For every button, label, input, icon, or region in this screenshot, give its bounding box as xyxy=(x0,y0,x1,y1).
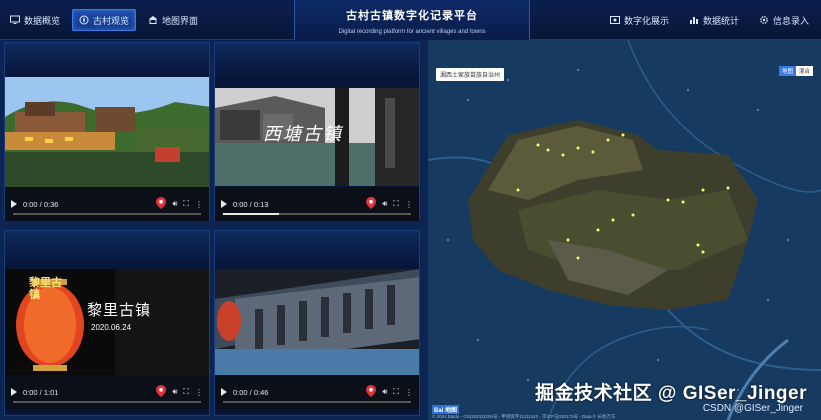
map-view[interactable]: 湘西土家族苗族自治州 地图 混合 掘金技术社区 @ GISer_Jinger C… xyxy=(428,40,821,420)
page-title: 古村古镇数字化记录平台 xyxy=(346,10,478,22)
title-box: 古村古镇数字化记录平台 Digital recording platform f… xyxy=(294,0,530,40)
gear-icon xyxy=(760,16,768,24)
video-card: 黎里古镇 黎里古镇 2020.06.24 0:00 / 1:01 🔊︎ ⛶ ⋮ xyxy=(4,230,210,416)
video-card: 0:00 / 0:36 🔊︎ ⛶ ⋮ xyxy=(4,42,210,221)
video-time: 0:00 / 0:36 xyxy=(23,199,59,209)
video-progress[interactable] xyxy=(223,213,411,215)
nav-digital-display[interactable]: 数字化展示 xyxy=(604,9,675,31)
fullscreen-icon[interactable]: ⛶ xyxy=(393,387,399,397)
lantern-text: 黎里古镇 xyxy=(29,277,62,301)
more-options-icon[interactable]: ⋮ xyxy=(195,200,203,209)
more-options-icon[interactable]: ⋮ xyxy=(405,388,413,397)
video-frame[interactable]: 黎里古镇 黎里古镇 2020.06.24 xyxy=(5,269,209,375)
video-time: 0:00 / 0:46 xyxy=(233,387,269,397)
fullscreen-icon[interactable]: ⛶ xyxy=(183,199,189,209)
watermark: 掘金技术社区 @ GISer_Jinger xyxy=(535,383,807,404)
video-progress[interactable] xyxy=(223,401,411,403)
map-canvas xyxy=(428,40,821,420)
play-icon[interactable] xyxy=(221,388,227,396)
video-frame[interactable]: 西塘古镇 xyxy=(215,88,419,186)
region-label: 湘西土家族苗族自治州 xyxy=(436,68,505,81)
building-icon xyxy=(149,16,158,24)
volume-icon[interactable]: 🔊︎ xyxy=(172,199,177,209)
more-options-icon[interactable]: ⋮ xyxy=(195,388,203,397)
card-header xyxy=(215,231,419,267)
railing-scene-image xyxy=(215,269,419,375)
video-time: 0:00 / 1:01 xyxy=(23,387,59,397)
map-pin-icon[interactable] xyxy=(156,385,167,399)
nav-label: 数字化展示 xyxy=(623,15,669,26)
nav-info-entry[interactable]: 信息录入 xyxy=(753,9,815,31)
nav-label: 信息录入 xyxy=(772,15,809,26)
more-options-icon[interactable]: ⋮ xyxy=(405,200,413,209)
map-type-hybrid[interactable]: 混合 xyxy=(795,66,813,76)
video-progress[interactable] xyxy=(13,401,201,403)
nav-label: 数据概览 xyxy=(24,15,61,26)
video-overlay-date: 2020.06.24 xyxy=(91,323,132,332)
compass-icon xyxy=(79,15,89,25)
app-header: 数据概览 古村观览 地图界面 古村古镇数字化记录平台 Digital recor… xyxy=(0,0,821,40)
nav-left: 数据概览 古村观览 地图界面 xyxy=(4,9,204,31)
card-header xyxy=(5,231,209,267)
nav-label: 数据统计 xyxy=(702,15,739,26)
baidu-logo: Bai 地图 xyxy=(432,405,460,414)
video-panel: 0:00 / 0:36 🔊︎ ⛶ ⋮ 西塘古镇 0:00 / 0:13 🔊︎ ⛶… xyxy=(0,40,428,420)
map-pin-icon[interactable] xyxy=(366,385,377,399)
video-card: 西塘古镇 0:00 / 0:13 🔊︎ ⛶ ⋮ xyxy=(214,42,420,221)
card-header xyxy=(5,43,209,79)
monitor-icon xyxy=(10,15,20,24)
bar-chart-icon xyxy=(689,17,698,24)
video-progress[interactable] xyxy=(13,213,201,215)
video-frame[interactable] xyxy=(215,269,419,375)
map-type-toggle: 地图 混合 xyxy=(778,66,813,76)
nav-data-overview[interactable]: 数据概览 xyxy=(4,9,66,31)
display-icon xyxy=(609,16,620,24)
card-header xyxy=(215,43,419,79)
nav-label: 地图界面 xyxy=(162,15,199,26)
nav-data-stats[interactable]: 数据统计 xyxy=(683,9,745,31)
video-frame[interactable] xyxy=(5,77,209,187)
map-pin-icon[interactable] xyxy=(366,197,377,211)
map-type-map[interactable]: 地图 xyxy=(778,66,796,76)
video-controls: 0:00 / 1:01 🔊︎ ⛶ ⋮ xyxy=(5,375,209,409)
video-time: 0:00 / 0:13 xyxy=(233,199,269,209)
volume-icon[interactable]: 🔊︎ xyxy=(382,387,387,397)
volume-icon[interactable]: 🔊︎ xyxy=(172,387,177,397)
play-icon[interactable] xyxy=(221,200,227,208)
video-controls: 0:00 / 0:36 🔊︎ ⛶ ⋮ xyxy=(5,187,209,221)
play-icon[interactable] xyxy=(11,200,17,208)
video-overlay-text: 西塘古镇 xyxy=(263,124,343,145)
video-card: 0:00 / 0:46 🔊︎ ⛶ ⋮ xyxy=(214,230,420,416)
page-subtitle: Digital recording platform for ancient v… xyxy=(338,29,486,35)
watermark-csdn: CSDN @GISer_Jinger xyxy=(702,403,803,414)
video-overlay-text: 黎里古镇 xyxy=(87,302,152,319)
play-icon[interactable] xyxy=(11,388,17,396)
video-controls: 0:00 / 0:13 🔊︎ ⛶ ⋮ xyxy=(215,187,419,221)
video-controls: 0:00 / 0:46 🔊︎ ⛶ ⋮ xyxy=(215,375,419,409)
map-copyright: © 2024 Baidu - GS(2023)3206号 - 甲测资字11111… xyxy=(432,414,616,419)
nav-label: 古村观览 xyxy=(93,15,130,26)
fullscreen-icon[interactable]: ⛶ xyxy=(393,199,399,209)
nav-village-tour[interactable]: 古村观览 xyxy=(72,9,137,31)
map-pin-icon[interactable] xyxy=(156,197,167,211)
village-scene-image xyxy=(5,77,209,187)
baidu-logo-text: Bai 地图 xyxy=(432,405,460,414)
nav-map-view[interactable]: 地图界面 xyxy=(142,9,204,31)
volume-icon[interactable]: 🔊︎ xyxy=(382,199,387,209)
fullscreen-icon[interactable]: ⛶ xyxy=(183,387,189,397)
nav-right: 数字化展示 数据统计 信息录入 xyxy=(604,9,815,31)
